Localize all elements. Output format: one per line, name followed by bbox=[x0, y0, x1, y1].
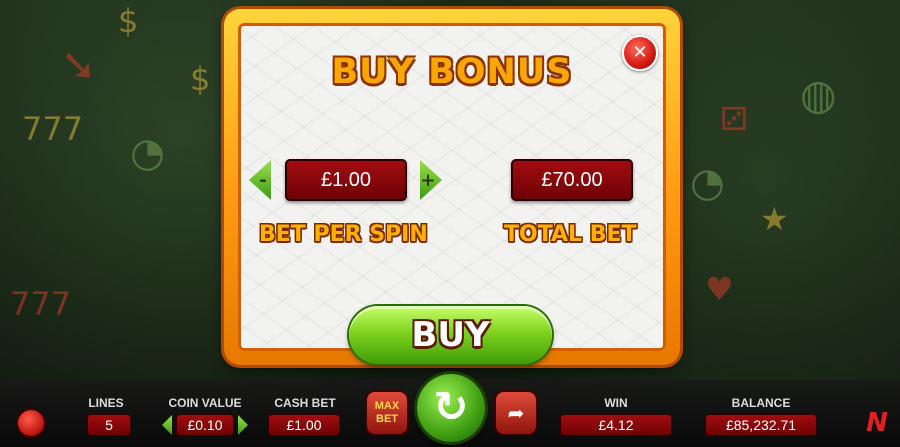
arrow-decor-icon: ➘ bbox=[60, 40, 97, 91]
slot-reel-decor-icon: 777 bbox=[10, 285, 72, 323]
coin-value-label: COIN VALUE bbox=[168, 396, 242, 410]
wheel-decor-icon: ◔ bbox=[130, 130, 165, 176]
spin-button[interactable]: ↻ bbox=[417, 374, 485, 442]
max-bet-label: MAX BET bbox=[374, 400, 400, 425]
star-decor-icon: ★ bbox=[760, 200, 789, 238]
bet-per-spin-label: BET PER SPIN bbox=[259, 222, 428, 247]
seven-decor-icon: 777 bbox=[22, 110, 84, 148]
dollar-decor-icon: $ bbox=[190, 60, 211, 98]
dollar-coin-icon: $ bbox=[118, 2, 139, 40]
win-value: £4.12 bbox=[560, 414, 672, 436]
balance-label: BALANCE bbox=[731, 396, 791, 410]
brand-logo-icon: N bbox=[866, 408, 888, 438]
bet-per-spin-value: £1.00 bbox=[285, 159, 407, 201]
lines-value: 5 bbox=[87, 414, 131, 436]
total-bet-value: £70.00 bbox=[511, 159, 633, 201]
wheel-decor-right-icon: ◔ bbox=[690, 160, 725, 206]
max-bet-button[interactable]: MAX BET bbox=[367, 392, 407, 434]
dialog-title: BUY BONUS bbox=[331, 52, 573, 92]
autoplay-button[interactable]: ➦ bbox=[496, 392, 536, 434]
roulette-decor-icon: ◍ bbox=[800, 70, 837, 119]
total-bet-label: TOTAL BET bbox=[504, 222, 637, 247]
dice-decor-icon: ⚂ bbox=[720, 100, 748, 138]
menu-button[interactable] bbox=[18, 410, 44, 436]
auto-play-arrow-icon: ➦ bbox=[507, 401, 525, 425]
buy-button[interactable]: BUY bbox=[349, 306, 552, 364]
coin-value-value: £0.10 bbox=[176, 414, 234, 436]
balance-value: £85,232.71 bbox=[705, 414, 817, 436]
win-label: WIN bbox=[604, 396, 628, 410]
cash-bet-label: CASH BET bbox=[274, 396, 336, 410]
refresh-arrow-icon: ↻ bbox=[433, 382, 469, 431]
cash-bet-value: £1.00 bbox=[268, 414, 340, 436]
lines-label: LINES bbox=[88, 396, 124, 410]
card-decor-icon: ♥ bbox=[705, 270, 734, 308]
